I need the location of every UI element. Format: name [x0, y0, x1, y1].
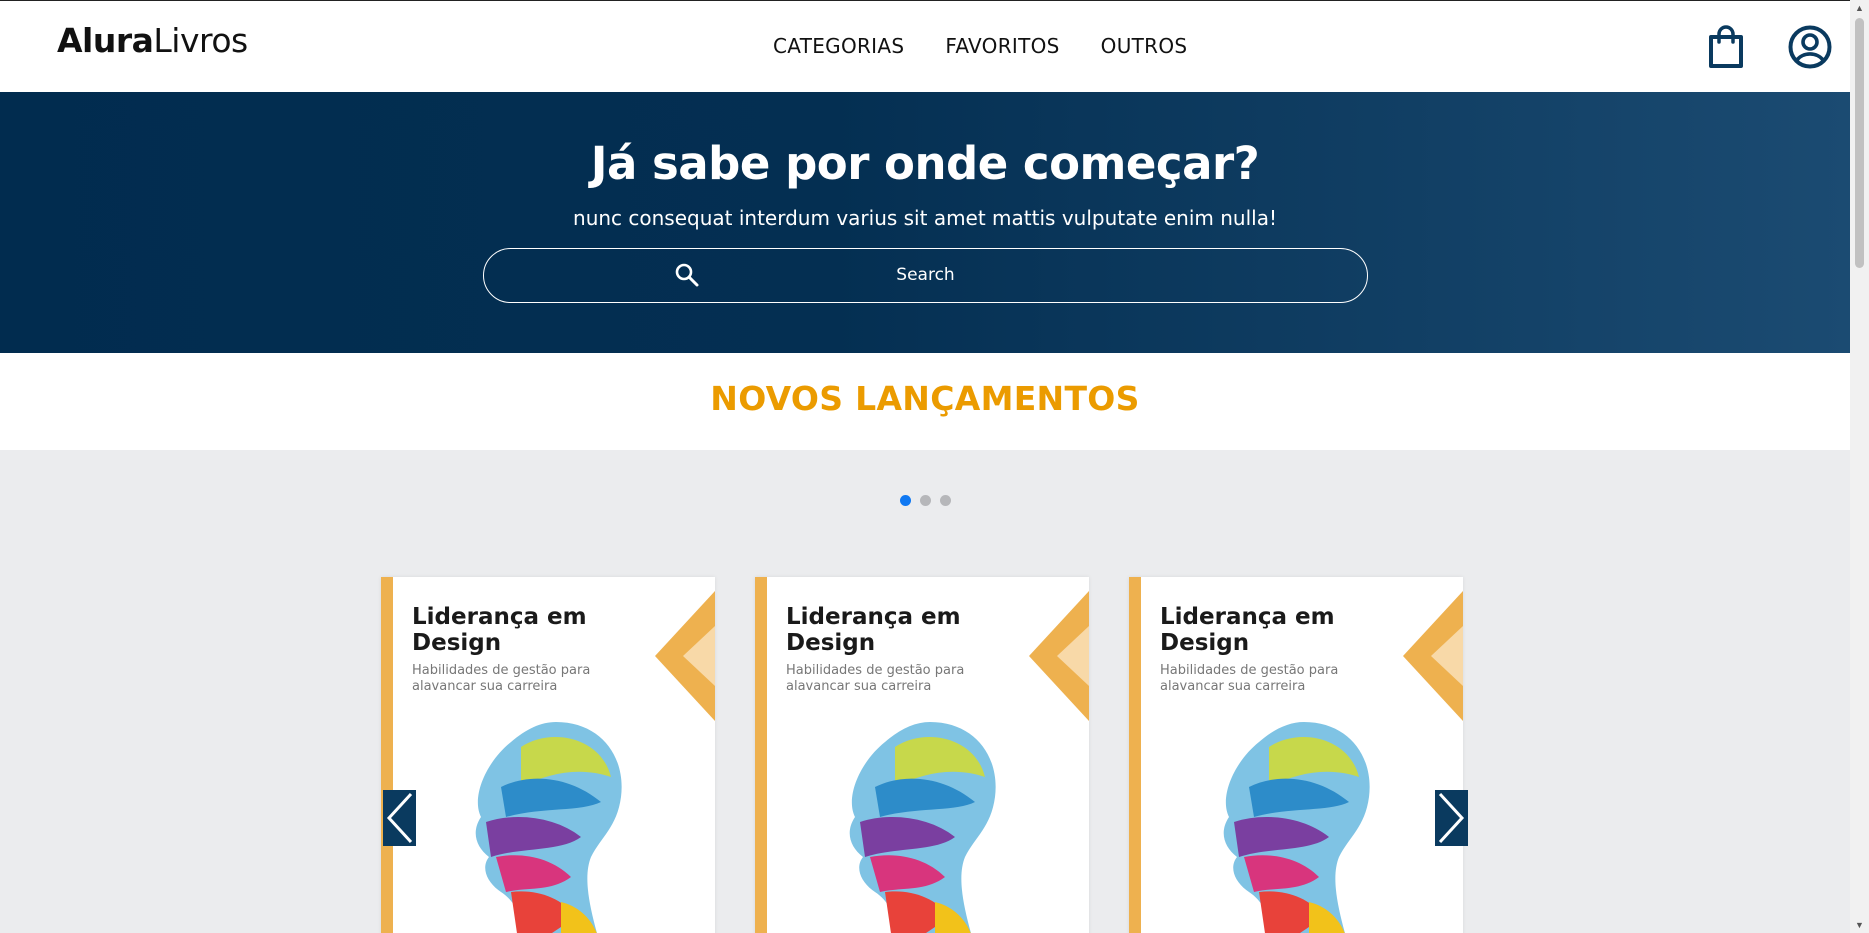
book-title: Liderança em Design [1160, 604, 1335, 656]
carousel-prev-button[interactable] [383, 790, 416, 846]
page-scrollbar[interactable]: ▲ ▼ [1850, 0, 1869, 933]
section-title: NOVOS LANÇAMENTOS [710, 379, 1140, 418]
scroll-down-icon[interactable]: ▼ [1850, 917, 1869, 933]
shopping-bag-icon[interactable] [1707, 25, 1745, 69]
nav-outros[interactable]: OUTROS [1101, 34, 1188, 58]
book-title-line2: Design [412, 630, 502, 656]
book-subtitle-line1: Habilidades de gestão para [786, 663, 965, 678]
cover-head-illustration [849, 722, 996, 933]
cover-chevron-graphic [1029, 591, 1089, 721]
search-placeholder: Search [896, 265, 955, 285]
logo[interactable]: AluraLivros [57, 21, 248, 60]
book-subtitle: Habilidades de gestão para alavancar sua… [786, 663, 976, 695]
logo-light: Livros [153, 21, 248, 60]
book-title-line2: Design [786, 630, 876, 656]
cover-chevron-graphic [1403, 591, 1463, 721]
book-title-line1: Liderança em [1160, 604, 1335, 630]
book-spine [381, 577, 393, 933]
chevron-left-icon [386, 792, 413, 844]
book-subtitle-line2: alavancar sua carreira [412, 679, 558, 694]
book-subtitle: Habilidades de gestão para alavancar sua… [1160, 663, 1350, 695]
carousel-dot-3[interactable] [940, 495, 951, 506]
nav-favoritos[interactable]: FAVORITOS [945, 34, 1059, 58]
book-card[interactable]: Liderança em Design Habilidades de gestã… [755, 577, 1089, 933]
user-icon[interactable] [1788, 25, 1832, 69]
carousel-dot-2[interactable] [920, 495, 931, 506]
scrollbar-thumb[interactable] [1855, 18, 1864, 268]
scroll-up-icon[interactable]: ▲ [1850, 0, 1869, 16]
book-title-line1: Liderança em [786, 604, 961, 630]
book-card[interactable]: Liderança em Design Habilidades de gestã… [381, 577, 715, 933]
book-subtitle-line1: Habilidades de gestão para [412, 663, 591, 678]
book-title-line1: Liderança em [412, 604, 587, 630]
page: AluraLivros CATEGORIAS FAVORITOS OUTROS … [0, 0, 1850, 933]
hero-title: Já sabe por onde começar? [590, 137, 1260, 190]
carousel-next-button[interactable] [1435, 790, 1468, 846]
book-subtitle-line1: Habilidades de gestão para [1160, 663, 1339, 678]
book-title-line2: Design [1160, 630, 1250, 656]
carousel-dot-1[interactable] [900, 495, 911, 506]
book-subtitle-line2: alavancar sua carreira [786, 679, 932, 694]
book-subtitle-line2: alavancar sua carreira [1160, 679, 1306, 694]
book-card[interactable]: Liderança em Design Habilidades de gestã… [1129, 577, 1463, 933]
cover-chevron-graphic [655, 591, 715, 721]
releases-carousel: Liderança em Design Habilidades de gestã… [0, 450, 1850, 933]
book-spine [1129, 577, 1141, 933]
book-subtitle: Habilidades de gestão para alavancar sua… [412, 663, 602, 695]
hero-banner: Já sabe por onde começar? nunc consequat… [0, 92, 1850, 353]
nav-categorias[interactable]: CATEGORIAS [773, 34, 904, 58]
hero-subtitle: nunc consequat interdum varius sit amet … [573, 206, 1277, 230]
cover-head-illustration [475, 722, 622, 933]
main-nav: CATEGORIAS FAVORITOS OUTROS [773, 34, 1187, 58]
book-title: Liderança em Design [412, 604, 587, 656]
book-spine [755, 577, 767, 933]
book-title: Liderança em Design [786, 604, 961, 656]
chevron-right-icon [1438, 792, 1465, 844]
logo-bold: Alura [57, 21, 154, 60]
search-input[interactable]: Search [483, 248, 1368, 303]
header: AluraLivros CATEGORIAS FAVORITOS OUTROS [0, 1, 1850, 92]
cover-head-illustration [1223, 722, 1370, 933]
carousel-dots [900, 495, 951, 506]
